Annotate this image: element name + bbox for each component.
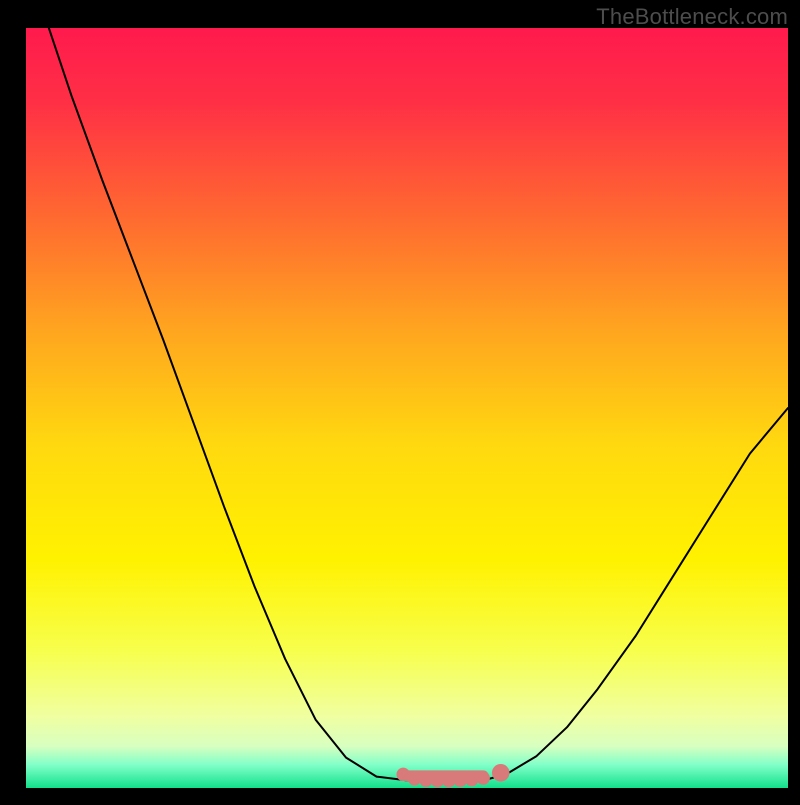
marker-dot xyxy=(419,774,432,787)
marker-dot xyxy=(442,774,455,787)
marker-dot xyxy=(408,772,421,785)
chart-frame: TheBottleneck.com xyxy=(0,0,800,800)
marker-dot xyxy=(396,768,409,781)
marker-dot xyxy=(454,774,467,787)
plot-background xyxy=(26,28,788,788)
marker-dot xyxy=(492,764,510,782)
bottleneck-chart xyxy=(0,0,800,800)
watermark-text: TheBottleneck.com xyxy=(596,4,788,30)
marker-dot xyxy=(431,774,444,787)
marker-dot xyxy=(465,773,478,786)
marker-dot xyxy=(476,771,489,784)
